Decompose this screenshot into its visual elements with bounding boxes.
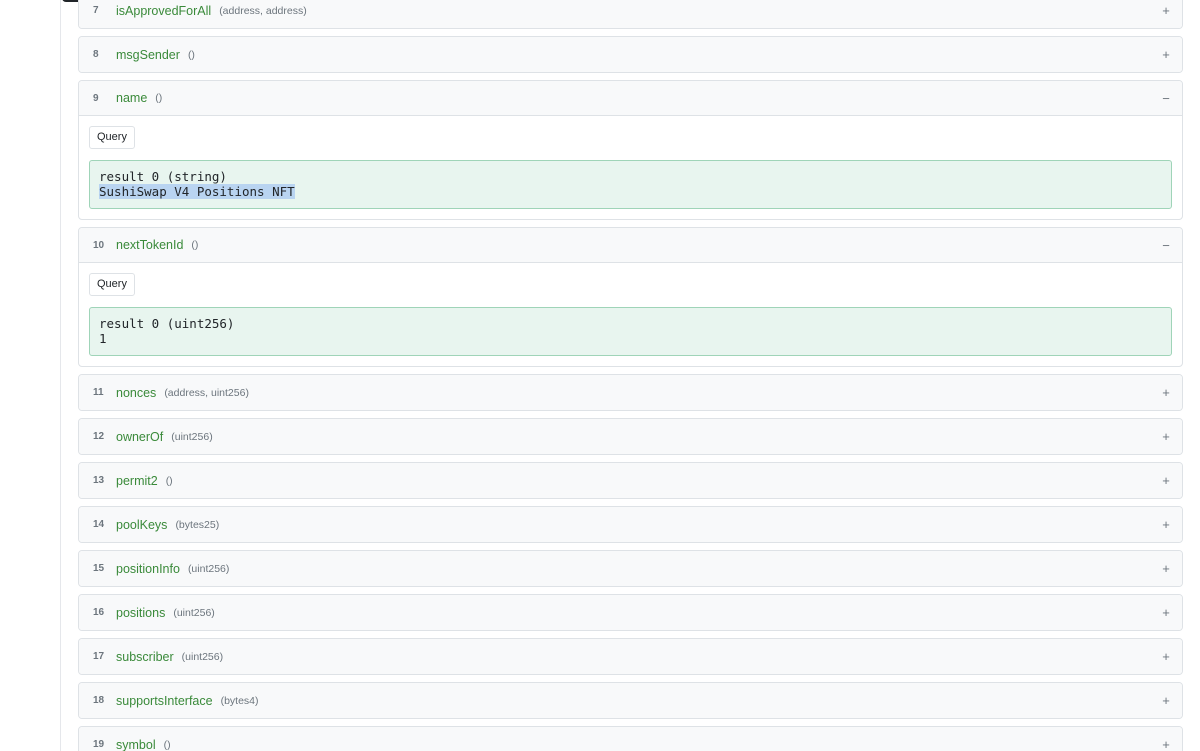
function-header[interactable]: 13 permit2 () +	[79, 463, 1182, 498]
function-header[interactable]: 18 supportsInterface (bytes4) +	[79, 683, 1182, 718]
result-value: 1	[99, 331, 107, 346]
expand-icon[interactable]: +	[1160, 693, 1172, 708]
function-index: 16	[93, 607, 105, 618]
function-index: 11	[93, 387, 104, 398]
function-index: 17	[93, 651, 105, 662]
function-name: supportsInterface	[116, 693, 213, 708]
function-name: ownerOf	[116, 429, 164, 444]
result-value: SushiSwap V4 Positions NFT	[99, 184, 295, 199]
function-params: (uint256)	[187, 562, 230, 575]
function-params: (address, uint256)	[164, 386, 249, 399]
function-index: 19	[93, 739, 105, 750]
read-contract-panel: 7 isApprovedForAll (address, address) + …	[62, 0, 1200, 751]
function-name: name	[116, 91, 148, 105]
function-params: (bytes4)	[220, 694, 259, 707]
function-card-subscriber: 17 subscriber (uint256) +	[78, 638, 1183, 675]
function-header[interactable]: 8 msgSender () +	[79, 37, 1182, 72]
function-header[interactable]: 16 positions (uint256) +	[79, 595, 1182, 630]
function-name: nextTokenId	[116, 238, 184, 252]
function-card-poolKeys: 14 poolKeys (bytes25) +	[78, 506, 1183, 543]
function-card-supportsInterface: 18 supportsInterface (bytes4) +	[78, 682, 1183, 719]
function-header[interactable]: 15 positionInfo (uint256) +	[79, 551, 1182, 586]
query-result: result 0 (uint256) 1	[89, 307, 1172, 356]
function-header[interactable]: 19 symbol () +	[79, 727, 1182, 751]
function-params: ()	[187, 48, 195, 61]
expand-icon[interactable]: +	[1160, 561, 1172, 576]
function-params: ()	[191, 239, 199, 251]
function-params: ()	[163, 738, 171, 751]
function-name: subscriber	[116, 649, 174, 664]
function-card-name: 9 name () − Query result 0 (string) Sush…	[78, 80, 1183, 220]
expand-icon[interactable]: +	[1160, 473, 1172, 488]
expand-icon[interactable]: +	[1160, 385, 1172, 400]
function-header[interactable]: 12 ownerOf (uint256) +	[79, 419, 1182, 454]
function-index: 10	[93, 239, 105, 251]
function-name: positions	[116, 605, 166, 620]
function-header[interactable]: 17 subscriber (uint256) +	[79, 639, 1182, 674]
function-params: (bytes25)	[175, 518, 220, 531]
result-header: result 0 (uint256)	[99, 316, 235, 331]
expand-icon[interactable]: +	[1160, 47, 1172, 62]
expand-icon[interactable]: +	[1160, 3, 1172, 18]
function-header[interactable]: 14 poolKeys (bytes25) +	[79, 507, 1182, 542]
function-name: msgSender	[116, 47, 180, 62]
function-params: (address, address)	[219, 4, 307, 17]
function-index: 14	[93, 519, 105, 530]
function-params: (uint256)	[171, 430, 213, 443]
function-name: permit2	[116, 473, 158, 488]
function-index: 18	[93, 695, 105, 706]
query-button[interactable]: Query	[89, 126, 135, 149]
collapse-icon[interactable]: −	[1160, 91, 1172, 106]
function-header[interactable]: 9 name () −	[79, 81, 1182, 116]
expand-icon[interactable]: +	[1160, 737, 1172, 751]
function-card-nonces: 11 nonces (address, uint256) +	[78, 374, 1183, 411]
function-list: 7 isApprovedForAll (address, address) + …	[78, 0, 1183, 751]
function-header[interactable]: 10 nextTokenId () −	[79, 228, 1182, 263]
function-card-isApprovedForAll: 7 isApprovedForAll (address, address) +	[78, 0, 1183, 29]
result-header: result 0 (string)	[99, 169, 227, 184]
function-body: Query result 0 (string) SushiSwap V4 Pos…	[79, 116, 1182, 219]
function-card-msgSender: 8 msgSender () +	[78, 36, 1183, 73]
function-name: isApprovedForAll	[116, 3, 212, 18]
function-name: poolKeys	[116, 517, 168, 532]
function-card-nextTokenId: 10 nextTokenId () − Query result 0 (uint…	[78, 227, 1183, 367]
function-params: ()	[155, 92, 163, 104]
function-index: 9	[93, 92, 99, 104]
function-name: symbol	[116, 737, 156, 751]
function-name: positionInfo	[116, 561, 180, 576]
function-card-ownerOf: 12 ownerOf (uint256) +	[78, 418, 1183, 455]
function-params: (uint256)	[181, 650, 224, 663]
function-card-positionInfo: 15 positionInfo (uint256) +	[78, 550, 1183, 587]
function-header[interactable]: 7 isApprovedForAll (address, address) +	[79, 0, 1182, 28]
expand-icon[interactable]: +	[1160, 605, 1172, 620]
left-sidebar	[0, 0, 61, 751]
expand-icon[interactable]: +	[1160, 517, 1172, 532]
function-card-symbol: 19 symbol () +	[78, 726, 1183, 751]
function-index: 7	[93, 5, 99, 16]
query-result: result 0 (string) SushiSwap V4 Positions…	[89, 160, 1172, 209]
query-button[interactable]: Query	[89, 273, 135, 296]
function-card-permit2: 13 permit2 () +	[78, 462, 1183, 499]
function-params: ()	[165, 474, 173, 487]
expand-icon[interactable]: +	[1160, 649, 1172, 664]
function-index: 15	[93, 563, 105, 574]
expand-icon[interactable]: +	[1160, 429, 1172, 444]
function-index: 8	[93, 49, 99, 60]
function-body: Query result 0 (uint256) 1	[79, 263, 1182, 366]
function-name: nonces	[116, 385, 157, 400]
function-header[interactable]: 11 nonces (address, uint256) +	[79, 375, 1182, 410]
function-index: 12	[93, 431, 105, 442]
collapse-icon[interactable]: −	[1160, 238, 1172, 253]
function-params: (uint256)	[173, 606, 215, 619]
function-card-positions: 16 positions (uint256) +	[78, 594, 1183, 631]
function-index: 13	[93, 475, 105, 486]
